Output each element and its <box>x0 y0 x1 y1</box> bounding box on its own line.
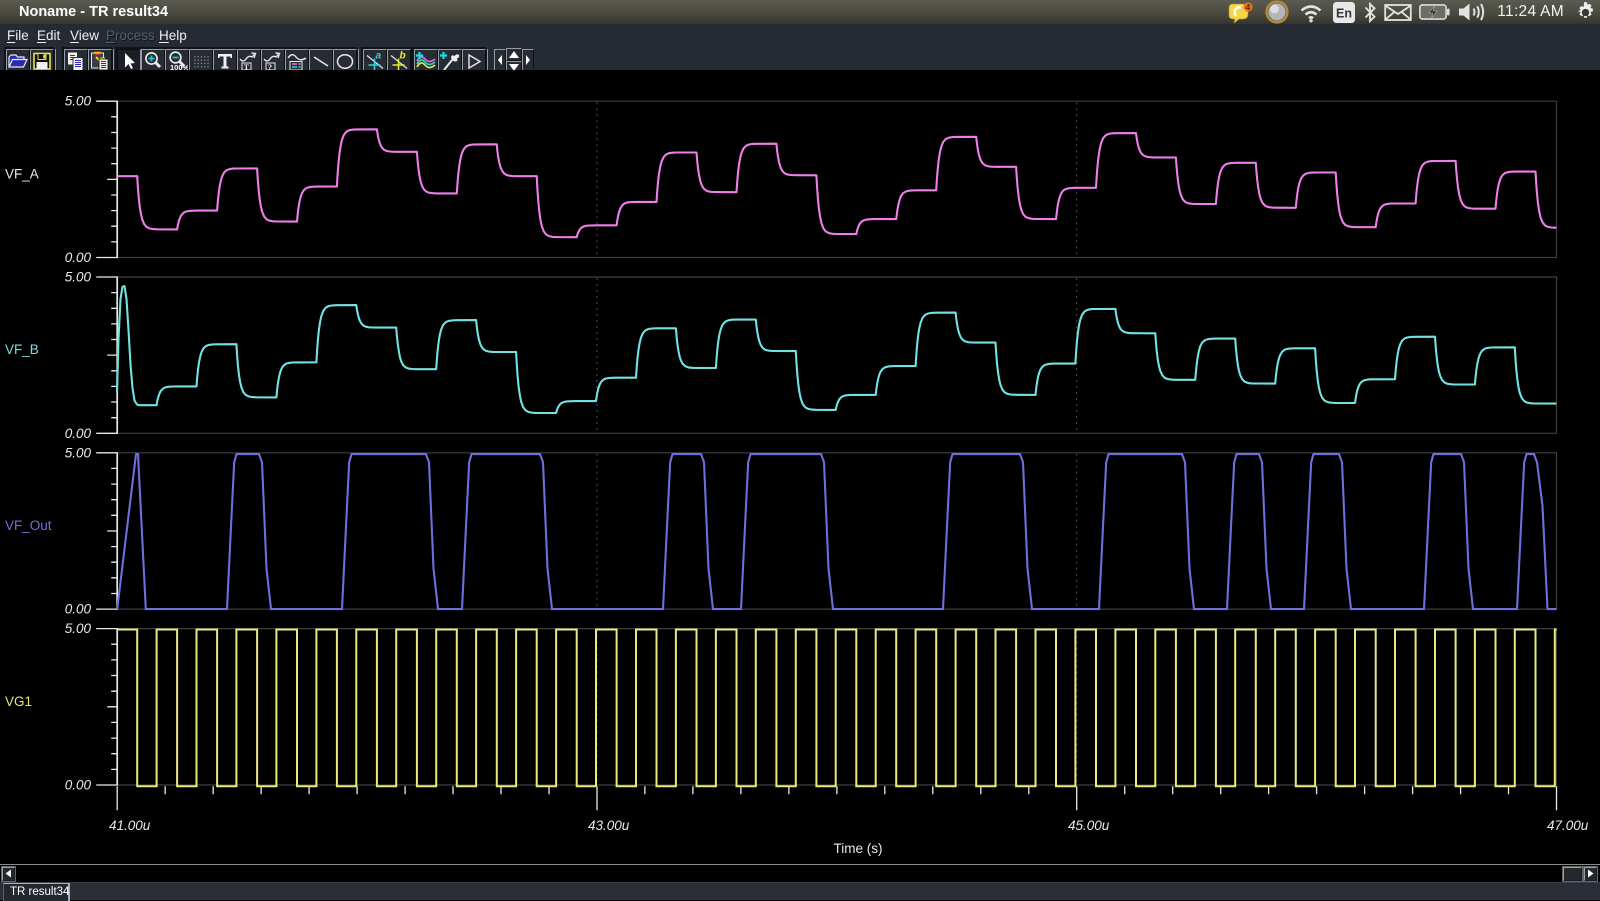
svg-text:VF_A: VF_A <box>5 166 39 181</box>
svg-text:0.00: 0.00 <box>65 778 92 793</box>
svg-text:5.00: 5.00 <box>65 445 92 460</box>
svg-text:En: En <box>1336 6 1352 20</box>
svg-text:45.00u: 45.00u <box>1068 818 1110 833</box>
svg-text:4: 4 <box>1246 2 1251 12</box>
svg-text:43.00u: 43.00u <box>588 818 630 833</box>
svg-text:VF_B: VF_B <box>5 342 39 357</box>
svg-text:5.00: 5.00 <box>65 94 92 109</box>
svg-text:47.00u: 47.00u <box>1547 818 1589 833</box>
svg-text:VF_Out: VF_Out <box>5 518 52 533</box>
svg-text:0.00: 0.00 <box>65 250 92 265</box>
svg-text:5.00: 5.00 <box>65 621 92 636</box>
svg-text:0.00: 0.00 <box>65 602 92 617</box>
svg-text:Time (s): Time (s) <box>834 841 883 856</box>
svg-text:VG1: VG1 <box>5 694 32 709</box>
svg-text:a: a <box>376 51 382 62</box>
svg-text:5.00: 5.00 <box>65 270 92 285</box>
svg-text:41.00u: 41.00u <box>109 818 151 833</box>
svg-text:0.00: 0.00 <box>65 426 92 441</box>
svg-text:b: b <box>400 51 406 62</box>
